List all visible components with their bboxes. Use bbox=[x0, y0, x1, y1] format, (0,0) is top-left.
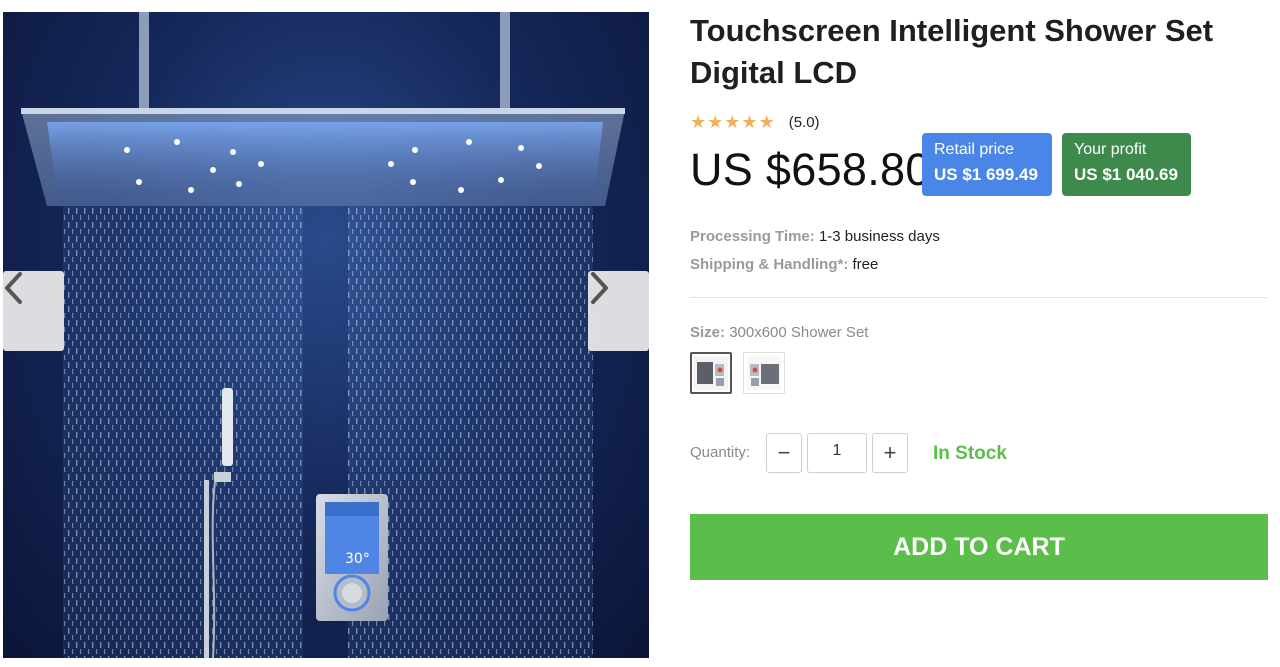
product-image: 30° bbox=[3, 12, 649, 658]
quantity-input[interactable] bbox=[807, 433, 867, 473]
size-selected-value: 300x600 Shower Set bbox=[729, 324, 869, 341]
processing-time-value: 1-3 business days bbox=[818, 228, 940, 245]
divider bbox=[690, 297, 1268, 298]
shipping-handling: Shipping & Handling*: free bbox=[690, 256, 878, 274]
stock-status: In Stock bbox=[933, 443, 1007, 464]
minus-icon: − bbox=[777, 440, 791, 465]
star-icon: ★ bbox=[741, 112, 758, 132]
swatch-thumbnail bbox=[747, 356, 781, 390]
shower-illustration: 30° bbox=[21, 12, 625, 658]
swatch-thumbnail bbox=[694, 356, 728, 390]
shipping-value: free bbox=[852, 256, 879, 273]
profit-value: US $1 040.69 bbox=[1074, 165, 1178, 184]
quantity-decrease-button[interactable]: − bbox=[766, 433, 802, 473]
rating-value: (5.0) bbox=[788, 113, 820, 131]
add-to-cart-button[interactable]: ADD TO CART bbox=[690, 514, 1268, 580]
rating: ★ ★ ★ ★ ★ (5.0) bbox=[690, 113, 820, 131]
size-label: Size: bbox=[690, 324, 726, 341]
retail-price-badge: Retail price US $1 699.49 bbox=[922, 133, 1052, 196]
profit-badge: Your profit US $1 040.69 bbox=[1062, 133, 1191, 196]
chevron-left-icon bbox=[5, 272, 22, 304]
processing-time: Processing Time: 1-3 business days bbox=[690, 228, 940, 246]
size-selector-label: Size: 300x600 Shower Set bbox=[690, 324, 868, 342]
processing-time-label: Processing Time: bbox=[690, 228, 815, 245]
retail-price-value: US $1 699.49 bbox=[934, 165, 1038, 184]
panel-temperature: 30° bbox=[345, 551, 370, 567]
chevron-right-icon bbox=[591, 272, 608, 304]
quantity-increase-button[interactable]: + bbox=[872, 433, 908, 473]
product-price: US $658.80 bbox=[690, 144, 931, 195]
product-title: Touchscreen Intelligent Shower Set Digit… bbox=[690, 13, 1214, 90]
gallery-prev-button[interactable] bbox=[3, 271, 64, 351]
star-icon: ★ bbox=[758, 112, 775, 132]
shipping-label: Shipping & Handling*: bbox=[690, 256, 849, 273]
size-swatch-2[interactable] bbox=[743, 352, 785, 394]
plus-icon: + bbox=[883, 440, 897, 465]
size-swatch-1[interactable] bbox=[690, 352, 732, 394]
quantity-label: Quantity: bbox=[690, 444, 751, 461]
rating-stars: ★ ★ ★ ★ ★ bbox=[690, 113, 775, 131]
profit-label: Your profit bbox=[1074, 141, 1147, 158]
star-icon: ★ bbox=[707, 112, 724, 132]
gallery-next-button[interactable] bbox=[588, 271, 649, 351]
star-icon: ★ bbox=[724, 112, 741, 132]
retail-price-label: Retail price bbox=[934, 141, 1015, 158]
star-icon: ★ bbox=[690, 112, 707, 132]
